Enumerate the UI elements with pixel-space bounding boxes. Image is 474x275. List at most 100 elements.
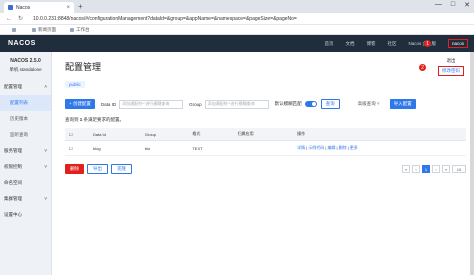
sidebar-item-listener[interactable]: 监听查询 [0,127,51,143]
logout-item[interactable]: 退出 [438,56,464,66]
first-page-icon[interactable]: « [402,165,410,173]
group-input[interactable]: 添加通配符'*'进行模糊查询 [204,99,269,109]
header-ops: 操作 [293,128,466,141]
back-icon[interactable]: ← [6,16,12,22]
chevron-down-icon: ˅ [44,148,47,153]
nacos-topnav: NACOS 首页 文档 博客 社区 Nacos 企业版 nacos 1 [0,35,474,52]
new-tab-icon[interactable]: + [78,2,83,11]
page-title: 配置管理 [65,62,102,72]
fuzzy-label: 默认模糊匹配 [274,101,302,106]
group-label: Group [189,101,202,107]
export-button[interactable]: 导出 [87,164,108,174]
header-app: 归属应用 [233,128,294,141]
create-config-button[interactable]: + 创建配置 [65,99,95,109]
sidebar-group-service[interactable]: 服务管理 ˅ [0,143,51,159]
op-edit[interactable]: 编辑 [327,145,335,150]
refresh-icon[interactable]: ↻ [18,15,23,22]
op-more[interactable]: 更多 [350,145,358,150]
header-group[interactable]: Group [140,128,189,141]
op-detail[interactable]: 详情 [297,145,305,150]
sidebar-group-settings[interactable]: 设置中心 [0,207,51,223]
fuzzy-toggle[interactable] [304,101,317,107]
bookmark-icon [32,27,36,32]
header-format: 格式 [188,128,234,141]
pagination: « ‹ 1 › » 10 [402,165,466,173]
import-config-button[interactable]: 导入配置 [389,99,416,109]
bookmark-icon [12,27,16,32]
browser-tab[interactable]: Nacos × [4,2,74,13]
nav-links: 首页 文档 博客 社区 Nacos 企业版 nacos [324,35,468,52]
tab-title: Nacos [16,4,31,11]
delete-button[interactable]: 删除 [65,164,84,174]
chevron-down-icon: ˅ [44,164,47,169]
row-checkbox[interactable]: ☐ [65,140,89,156]
bookmark-1[interactable] [12,27,18,32]
url-field[interactable]: 10.0.0.231:8848/nacos/#/configurationMan… [33,16,297,22]
sidebar-group-auth[interactable]: 权限控制 ˅ [0,159,51,175]
table-row: ☐ blog blo TEXT 详情| 示例代码| 编辑| 删除| 更多 [65,140,466,156]
maximize-icon[interactable]: □ [451,1,455,9]
page-1[interactable]: 1 [422,165,430,173]
query-summary: 查询到 1 条满足要求的配置。 [65,117,125,122]
config-table: ☐ Data Id Group 格式 归属应用 操作 ☐ blog blo TE… [65,128,466,156]
close-window-icon[interactable]: ✕ [464,1,470,9]
browser-tabbar: Nacos × + — □ ✕ [0,0,474,13]
bookmark-3[interactable]: 工作台 [70,27,90,33]
header-checkbox[interactable]: ☐ [65,128,89,141]
advanced-search[interactable]: 高级查询 ˅ [358,101,380,107]
chevron-down-icon: ˅ [376,101,380,106]
bookmarks-bar: 新闻页面 工作台 [0,25,474,35]
sidebar-group-config[interactable]: 配置管理 ˄ [0,79,51,95]
nacos-logo: NACOS [8,40,36,47]
nav-docs[interactable]: 文档 [345,41,354,47]
change-password-item[interactable]: 修改密码 [438,66,464,76]
favicon-icon [8,5,13,10]
prev-page-icon[interactable]: ‹ [412,165,420,173]
cell-format: TEXT [188,140,234,156]
user-menu[interactable]: nacos [447,39,468,48]
nav-enterprise[interactable]: Nacos 企业版 [408,41,436,47]
main-content: 退出 修改密码 2 配置管理 public + 创建配置 Data ID 添加通… [52,52,474,275]
dataid-label: Data ID [100,101,117,107]
dataid-input[interactable]: 添加通配符'*'进行模糊查询 [119,99,184,109]
chevron-down-icon: ˅ [44,196,47,201]
header-dataid[interactable]: Data Id [89,128,141,141]
annotation-badge-1: 1 [424,40,431,47]
chevron-up-icon: ˄ [44,84,47,89]
version-label: NACOS 2.5.0 [10,58,41,64]
cell-group: blo [140,140,189,156]
op-delete[interactable]: 删除 [339,145,347,150]
nav-blog[interactable]: 博客 [366,41,375,47]
minimize-icon[interactable]: — [435,1,442,9]
bottom-bar: 删除 导出 克隆 « ‹ 1 › » 10 [65,164,466,174]
cell-dataid: blog [89,140,141,156]
scrollbar[interactable] [470,52,474,275]
last-page-icon[interactable]: » [442,165,450,173]
next-page-icon[interactable]: › [432,165,440,173]
nav-home[interactable]: 首页 [324,41,333,47]
op-sample-code[interactable]: 示例代码 [308,145,324,150]
close-tab-icon[interactable]: × [66,5,70,11]
query-count: 1 [79,117,83,122]
sidebar-item-config-list[interactable]: 配置列表 [0,95,51,111]
window-controls: — □ ✕ [435,1,470,9]
filter-bar: + 创建配置 Data ID 添加通配符'*'进行模糊查询 Group 添加通配… [65,99,466,109]
clone-button[interactable]: 克隆 [111,164,132,174]
user-dropdown: 退出 修改密码 [438,56,464,76]
search-button[interactable]: 查询 [320,99,340,109]
sidebar-group-cluster[interactable]: 集群管理 ˅ [0,191,51,207]
sidebar-group-namespace[interactable]: 命名空间 [0,175,51,191]
nav-community[interactable]: 社区 [387,41,396,47]
sidebar: NACOS 2.5.0 单机 standalone 配置管理 ˄ 配置列表 历史版… [0,52,52,275]
namespace-tag[interactable]: public [65,81,85,88]
folder-icon [70,27,74,32]
annotation-badge-2: 2 [419,64,426,71]
mode-label: 单机 standalone [9,67,42,72]
cell-app [233,140,294,156]
address-bar: ← ↻ 10.0.0.231:8848/nacos/#/configuratio… [0,13,474,25]
sidebar-item-history[interactable]: 历史版本 [0,111,51,127]
scroll-thumb[interactable] [470,52,474,275]
bookmark-2[interactable]: 新闻页面 [32,27,56,33]
page-size-select[interactable]: 10 [452,165,466,173]
cell-ops: 详情| 示例代码| 编辑| 删除| 更多 [293,140,466,156]
